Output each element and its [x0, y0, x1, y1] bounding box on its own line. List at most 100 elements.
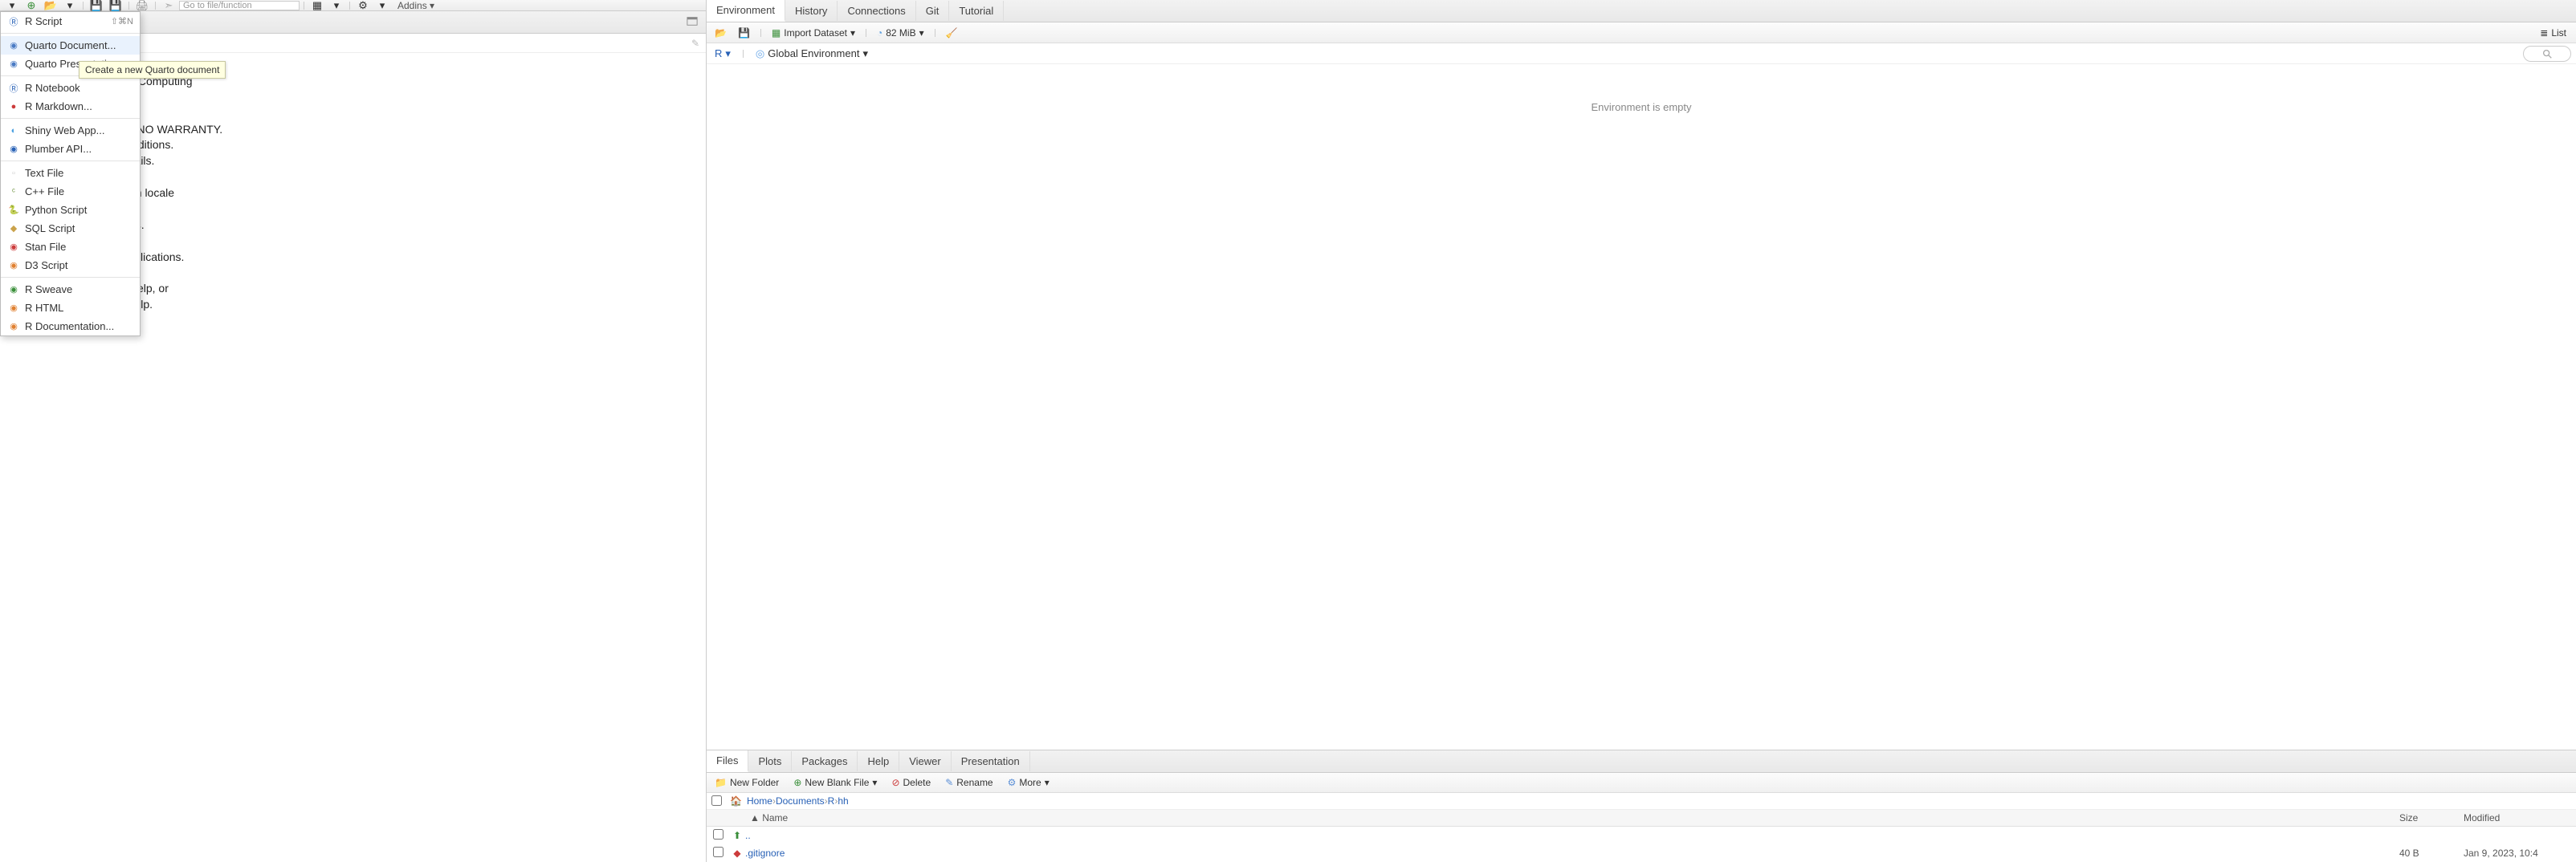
tab-viewer[interactable]: Viewer [899, 751, 952, 771]
sort-by-modified[interactable]: Modified [2464, 812, 2576, 823]
menu-item-label: R Markdown... [25, 100, 92, 112]
tab-tutorial[interactable]: Tutorial [949, 1, 1004, 21]
open-file-button[interactable]: 📂 [42, 1, 59, 10]
menu-item-label: R HTML [25, 302, 63, 314]
tab-plots[interactable]: Plots [748, 751, 792, 771]
file-modified: Jan 9, 2023, 10:4 [2464, 848, 2576, 859]
menu-item-text-file[interactable]: ▫Text File [1, 164, 140, 182]
save-all-button[interactable]: 💾 [107, 1, 124, 10]
menu-item-label: Shiny Web App... [25, 124, 105, 136]
maximize-pane-icon[interactable] [687, 15, 701, 30]
menu-item-d-script[interactable]: ◉D3 Script [1, 256, 140, 274]
sort-by-name[interactable]: ▲ Name [729, 812, 2399, 823]
list-view-button[interactable]: ≣ List [2535, 27, 2571, 39]
new-folder-button[interactable]: 📁New Folder [711, 775, 782, 790]
go-to-file-input[interactable]: Go to file/function [179, 1, 300, 10]
memory-usage[interactable]: ◔ 82 MiB ▾ [874, 26, 927, 40]
menu-item-label: SQL Script [25, 222, 75, 234]
grid-button[interactable]: ▦ [308, 1, 326, 10]
menu-item-python-script[interactable]: 🐍 Python Script [1, 201, 140, 219]
file-name[interactable]: .gitignore [745, 848, 2399, 859]
menu-item-label: R Documentation... [25, 320, 114, 332]
menu-item-r-documentation-[interactable]: ◉ R Documentation... [1, 317, 140, 335]
home-icon[interactable]: 🏠 [730, 795, 742, 807]
menu-item-label: Python Script [25, 204, 87, 216]
menu-item-shiny-web-app-[interactable]: ◐ Shiny Web App... [1, 121, 140, 140]
files-header-row: ▲ Name Size Modified [707, 810, 2576, 827]
environment-tabstrip: EnvironmentHistoryConnectionsGitTutorial [707, 0, 2576, 22]
menu-tooltip: Create a new Quarto document [79, 61, 226, 79]
menu-item-r-html[interactable]: ◉R HTML [1, 299, 140, 317]
load-workspace-button[interactable]: 📂 [711, 26, 730, 40]
tab-presentation[interactable]: Presentation [952, 751, 1030, 771]
menu-item-plumber-api-[interactable]: ◉ Plumber API... [1, 140, 140, 158]
more-files-button[interactable]: ⚙More ▾ [1005, 775, 1053, 790]
main-toolbar: ▾ ⊕ 📂 ▾ 💾 💾 🖨 ➣ Go to file/function ▦ ▾ … [0, 0, 706, 11]
new-blank-file-button[interactable]: ⊕New Blank File ▾ [790, 775, 880, 790]
print-button[interactable]: 🖨 [133, 1, 151, 10]
rdoc-icon: ◉ [7, 320, 20, 333]
plumber-icon: ◉ [7, 143, 20, 156]
menu-item-r-markdown-[interactable]: ●R Markdown... [1, 97, 140, 116]
breadcrumb-hh[interactable]: hh [838, 795, 848, 807]
tab-packages[interactable]: Packages [792, 751, 858, 771]
tab-connections[interactable]: Connections [838, 1, 915, 21]
select-all-checkbox[interactable] [711, 795, 722, 806]
new-project-button[interactable]: ⊕ [22, 1, 40, 10]
sort-by-size[interactable]: Size [2399, 812, 2464, 823]
environment-empty-text: Environment is empty [1592, 101, 1692, 113]
menu-item-r-script[interactable]: ⓇR Script⇧⌘N [1, 12, 140, 30]
file-row[interactable]: ⬆.. [707, 827, 2576, 844]
d3-icon: ◉ [7, 259, 20, 272]
r-language-selector[interactable]: R ▾ [711, 46, 734, 62]
import-dataset-button[interactable]: ▦ Import Dataset ▾ [768, 26, 858, 40]
addins-menu[interactable]: Addins ▾ [393, 0, 439, 11]
tab-files[interactable]: Files [707, 750, 748, 772]
tab-help[interactable]: Help [858, 751, 899, 771]
file-checkbox[interactable] [713, 847, 723, 857]
menu-item-r-notebook[interactable]: ⓇR Notebook [1, 79, 140, 97]
breadcrumb-documents[interactable]: Documents [776, 795, 825, 807]
open-recent-dropdown[interactable]: ▾ [61, 1, 79, 10]
environment-scope-bar: R ▾ ◎ Global Environment ▾ [707, 43, 2576, 64]
tools-button[interactable]: ⚙ [354, 1, 372, 10]
menu-item-sql-script[interactable]: ◆ SQL Script [1, 219, 140, 238]
environment-search[interactable] [2523, 46, 2571, 62]
tab-environment[interactable]: Environment [707, 0, 785, 22]
stan-icon: ◉ [7, 241, 20, 254]
clear-workspace-button[interactable]: 🧹 [943, 26, 961, 40]
tab-git[interactable]: Git [916, 1, 950, 21]
text-icon: ▫ [7, 167, 20, 180]
tools-dropdown[interactable]: ▾ [373, 1, 391, 10]
menu-item-quarto-document-[interactable]: ◉Quarto Document... [1, 36, 140, 55]
sql-icon: ◆ [7, 222, 20, 235]
breadcrumb-home[interactable]: Home [747, 795, 772, 807]
menu-item-r-sweave[interactable]: ◉R Sweave [1, 280, 140, 299]
py-icon: 🐍 [7, 204, 20, 217]
menu-item-label: R Sweave [25, 283, 72, 295]
save-workspace-button[interactable]: 💾 [735, 26, 753, 40]
grid-dropdown[interactable]: ▾ [328, 1, 345, 10]
menu-item-c-file[interactable]: ᶜC++ File [1, 182, 140, 201]
clear-console-icon[interactable]: ✎ [691, 38, 699, 49]
file-size: 40 B [2399, 848, 2464, 859]
rename-file-button[interactable]: ✎Rename [942, 775, 996, 790]
menu-item-stan-file[interactable]: ◉Stan File [1, 238, 140, 256]
quarto-icon: ◉ [7, 58, 20, 71]
tab-history[interactable]: History [785, 1, 838, 21]
file-checkbox[interactable] [713, 829, 723, 840]
environment-body: Environment is empty [707, 64, 2576, 750]
new-file-dropdown[interactable]: ▾ [3, 1, 21, 10]
up-icon: ⬆ [729, 830, 745, 841]
file-name[interactable]: .. [745, 830, 2399, 841]
environment-scope-selector[interactable]: ◎ Global Environment ▾ [752, 46, 871, 62]
menu-item-label: Plumber API... [25, 143, 92, 155]
shiny-icon: ◐ [7, 124, 20, 137]
file-row[interactable]: ◆.gitignore40 BJan 9, 2023, 10:4 [707, 844, 2576, 862]
files-tabstrip: FilesPlotsPackagesHelpViewerPresentation [707, 750, 2576, 773]
delete-file-button[interactable]: ⊘Delete [888, 775, 934, 790]
save-button[interactable]: 💾 [88, 1, 105, 10]
environment-toolbar: 📂 💾 ▦ Import Dataset ▾ ◔ 82 MiB ▾ 🧹 ≣ Li… [707, 22, 2576, 43]
menu-item-label: C++ File [25, 185, 64, 197]
files-toolbar: 📁New Folder ⊕New Blank File ▾ ⊘Delete ✎R… [707, 773, 2576, 793]
